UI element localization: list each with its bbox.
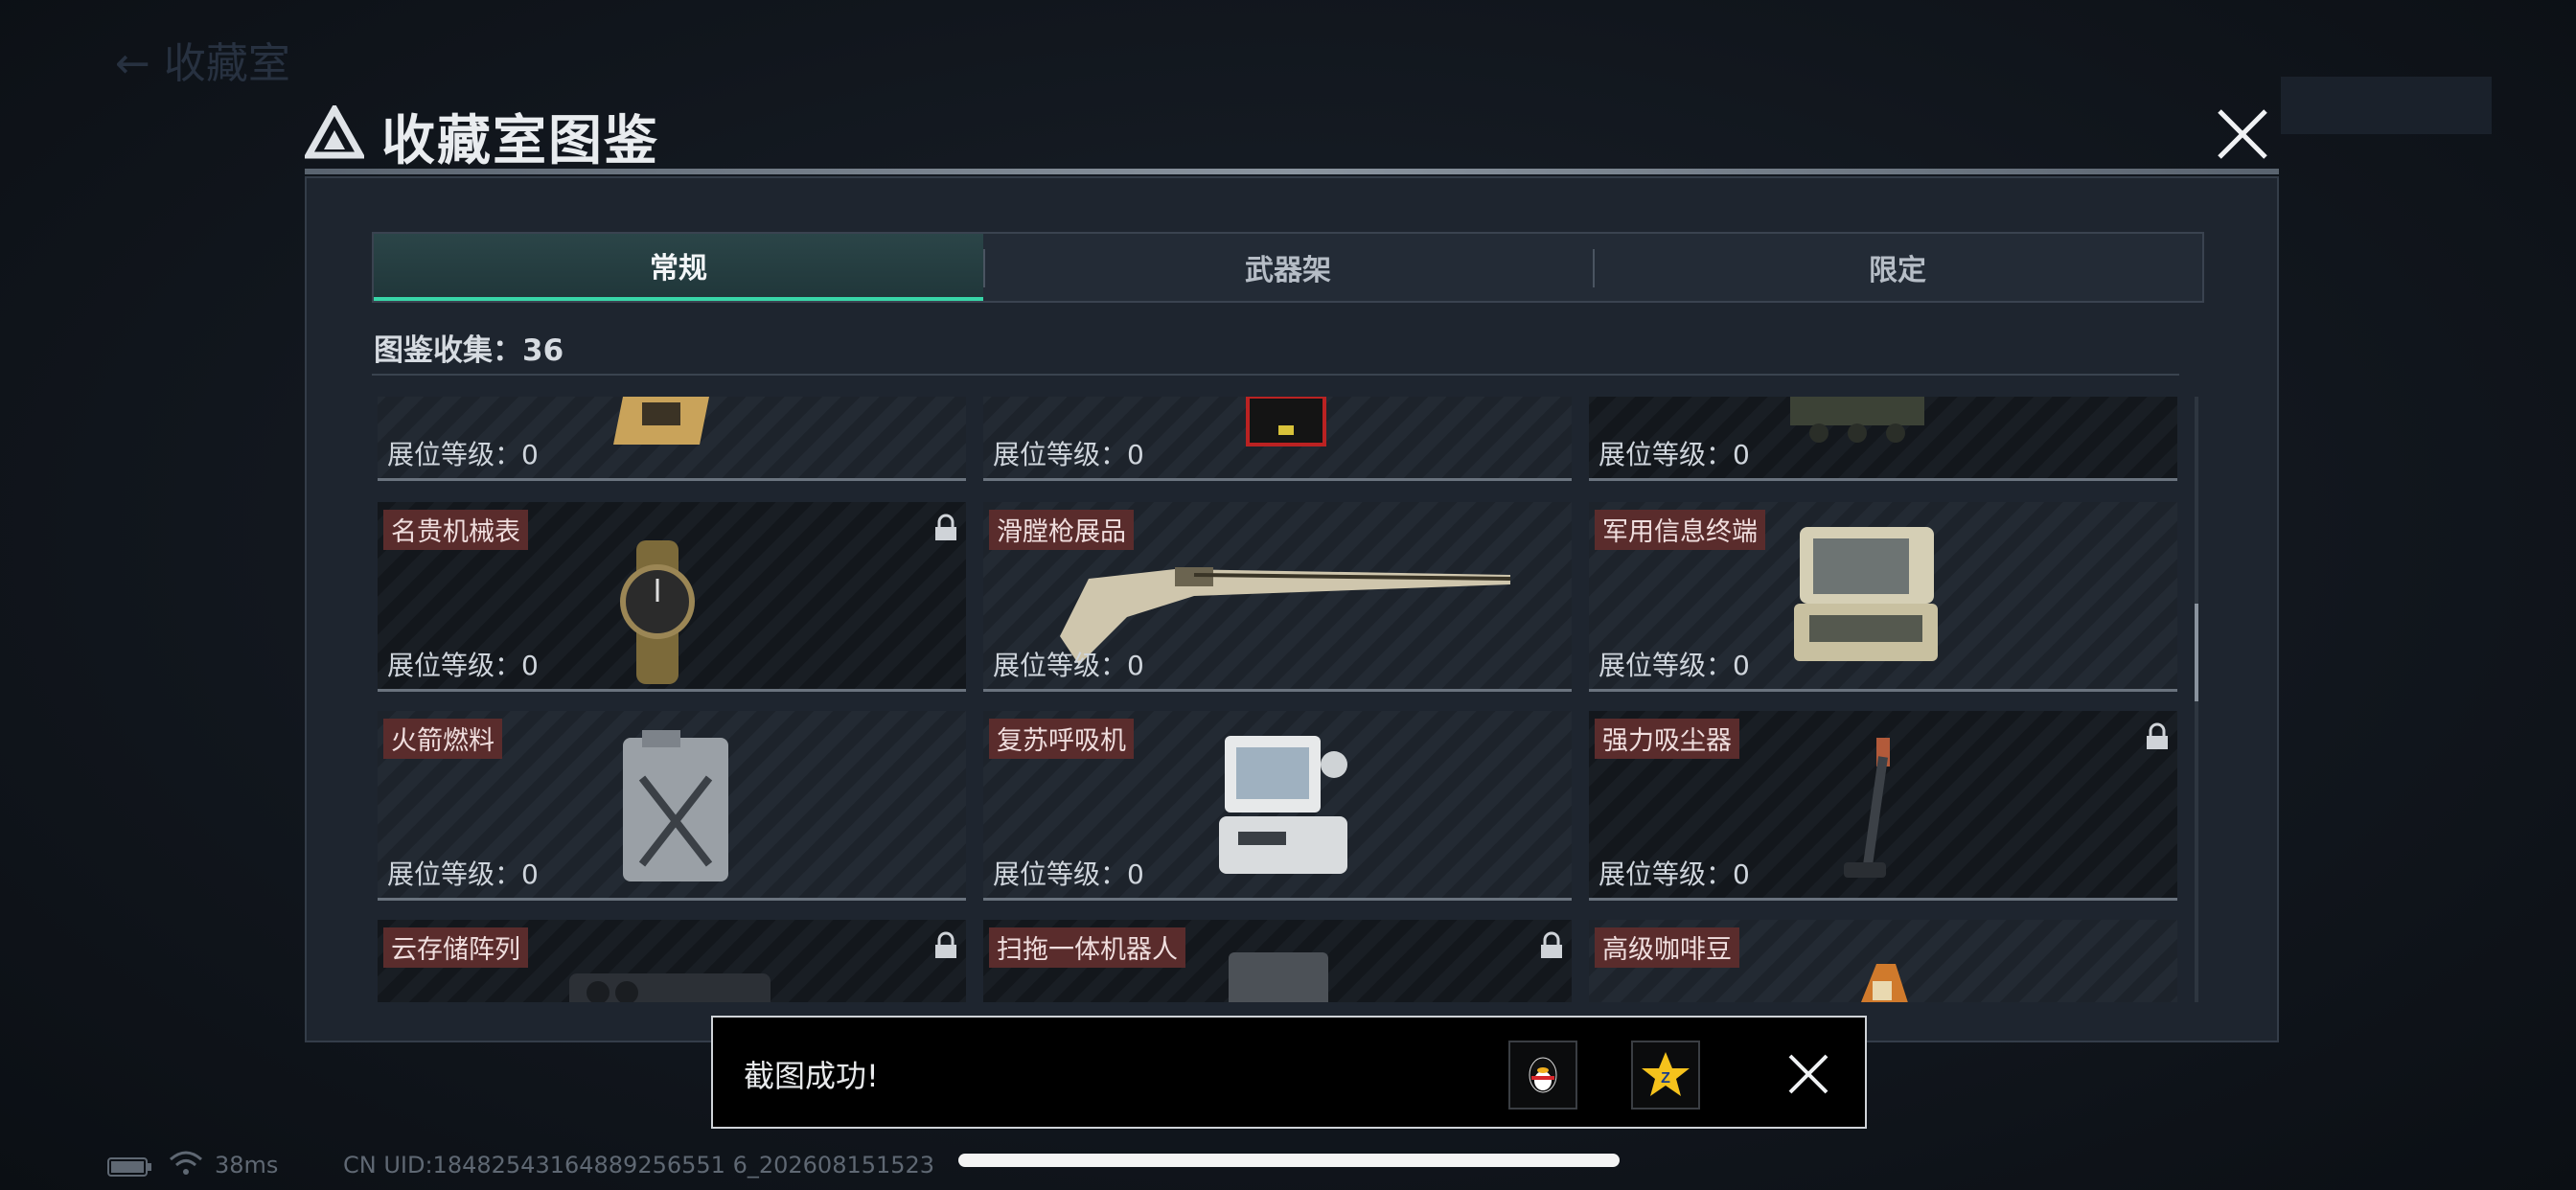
exhibit-card-vacuum[interactable]: 强力吸尘器 展位等级：0 bbox=[1589, 711, 2177, 901]
exhibit-card[interactable]: 展位等级：0 bbox=[378, 397, 966, 481]
exhibit-level: 展位等级：0 bbox=[1598, 858, 1750, 890]
exhibit-card[interactable]: 展位等级：0 bbox=[983, 397, 1572, 481]
exhibit-card-rocket-fuel[interactable]: 火箭燃料 展位等级：0 bbox=[378, 711, 966, 901]
exhibit-level: 展位等级：0 bbox=[387, 439, 539, 470]
qq-penguin-icon bbox=[1529, 1057, 1557, 1093]
lock-icon bbox=[1541, 931, 1562, 958]
lock-icon bbox=[2147, 722, 2168, 749]
modal-header: 收藏室图鉴 bbox=[305, 96, 2279, 178]
tab-weapon-rack[interactable]: 武器架 bbox=[983, 234, 1593, 301]
tab-regular[interactable]: 常规 bbox=[374, 234, 983, 301]
exhibit-grid[interactable]: 展位等级：0 展位等级：0 展位等级：0 名贵机械表 展位等级：0 滑膛枪展品 … bbox=[376, 397, 2177, 1002]
modal-title: 收藏室图鉴 bbox=[381, 110, 659, 172]
exhibit-card-ventilator[interactable]: 复苏呼吸机 展位等级：0 bbox=[983, 711, 1572, 901]
exhibit-name: 火箭燃料 bbox=[383, 719, 502, 759]
wristwatch-icon bbox=[620, 540, 695, 684]
exhibit-card-coffee-beans[interactable]: 高级咖啡豆 bbox=[1589, 920, 2177, 1002]
exhibit-level: 展位等级：0 bbox=[993, 858, 1144, 890]
collection-count: 图鉴收集：36 bbox=[374, 333, 564, 368]
vehicle-model-icon bbox=[1790, 397, 1924, 443]
exhibit-name: 复苏呼吸机 bbox=[989, 719, 1134, 759]
lock-icon bbox=[935, 514, 956, 540]
toast-message: 截图成功! bbox=[744, 1058, 879, 1094]
rugged-laptop-icon bbox=[1794, 527, 1938, 661]
collection-logo-icon bbox=[305, 105, 364, 159]
uid-readout: CN UID:18482543164889256551 6_2026081515… bbox=[343, 1152, 935, 1179]
battery-icon bbox=[107, 1157, 151, 1177]
lock-icon bbox=[935, 931, 956, 958]
exhibit-name: 滑膛枪展品 bbox=[989, 510, 1134, 550]
fuel-canister-icon bbox=[623, 730, 728, 881]
share-qzone-button[interactable]: Z bbox=[1631, 1041, 1700, 1110]
exhibit-card-military-terminal[interactable]: 军用信息终端 展位等级：0 bbox=[1589, 502, 2177, 692]
header-divider bbox=[305, 169, 2279, 174]
close-icon[interactable] bbox=[2212, 103, 2273, 165]
red-case-icon bbox=[1246, 397, 1326, 446]
scrollbar-thumb[interactable] bbox=[2195, 604, 2198, 701]
home-indicator[interactable] bbox=[958, 1154, 1620, 1167]
exhibit-name: 高级咖啡豆 bbox=[1595, 927, 1739, 968]
wifi-icon bbox=[170, 1151, 202, 1175]
screenshot-toast: 截图成功! Z bbox=[711, 1016, 1867, 1129]
background-panel bbox=[2281, 77, 2492, 134]
exhibit-card-cloud-storage[interactable]: 云存储阵列 bbox=[378, 920, 966, 1002]
exhibit-level: 展位等级：0 bbox=[993, 650, 1144, 681]
exhibit-name: 云存储阵列 bbox=[383, 927, 528, 968]
server-array-icon bbox=[569, 973, 770, 1002]
stick-vacuum-icon bbox=[1844, 738, 1890, 878]
background-back-label: ← 收藏室 bbox=[115, 39, 290, 88]
exhibit-level: 展位等级：0 bbox=[387, 650, 539, 681]
exhibit-card[interactable]: 展位等级：0 bbox=[1589, 397, 2177, 481]
exhibit-name: 强力吸尘器 bbox=[1595, 719, 1739, 759]
robot-station-icon bbox=[1229, 952, 1328, 1002]
toast-close-icon[interactable] bbox=[1784, 1050, 1832, 1098]
exhibit-card-mop-robot[interactable]: 扫拖一体机器人 bbox=[983, 920, 1572, 1002]
svg-text:Z: Z bbox=[1661, 1070, 1670, 1087]
exhibit-card-musket[interactable]: 滑膛枪展品 展位等级：0 bbox=[983, 502, 1572, 692]
exhibit-name: 名贵机械表 bbox=[383, 510, 528, 550]
tab-bar: 常规 武器架 限定 bbox=[372, 232, 2204, 303]
tab-limited[interactable]: 限定 bbox=[1593, 234, 2202, 301]
exhibit-level: 展位等级：0 bbox=[993, 439, 1144, 470]
ping-readout: 38ms bbox=[215, 1152, 279, 1179]
gold-chip-icon bbox=[613, 397, 709, 445]
qzone-star-icon: Z bbox=[1642, 1052, 1690, 1096]
exhibit-level: 展位等级：0 bbox=[1598, 650, 1750, 681]
coffee-bag-icon bbox=[1861, 964, 1908, 1002]
exhibit-level: 展位等级：0 bbox=[387, 858, 539, 890]
share-qq-button[interactable] bbox=[1508, 1041, 1577, 1110]
exhibit-card-luxury-watch[interactable]: 名贵机械表 展位等级：0 bbox=[378, 502, 966, 692]
exhibit-name: 扫拖一体机器人 bbox=[989, 927, 1185, 968]
ventilator-icon bbox=[1219, 736, 1347, 874]
exhibit-name: 军用信息终端 bbox=[1595, 510, 1765, 550]
exhibit-level: 展位等级：0 bbox=[1598, 439, 1750, 470]
divider bbox=[372, 374, 2179, 376]
